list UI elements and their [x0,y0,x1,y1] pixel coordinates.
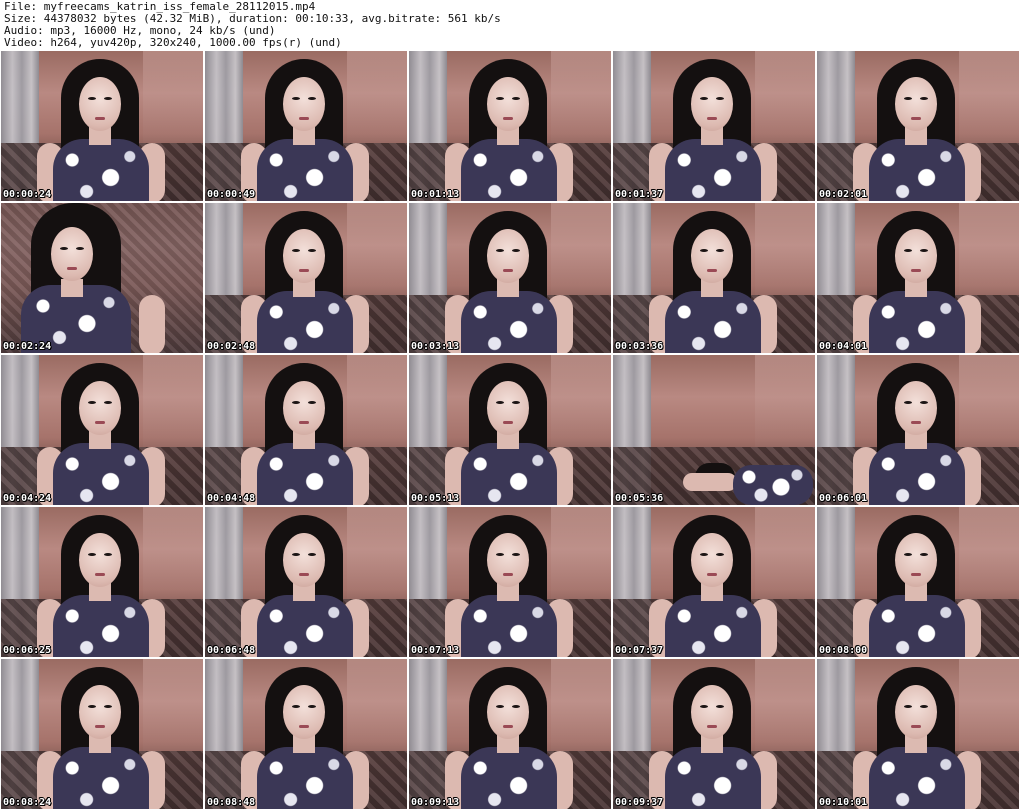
thumbnail-frame: 00:00:24 [1,51,203,201]
thumbnail-frame: 00:01:37 [613,51,815,201]
frame-timestamp: 00:04:01 [819,341,868,352]
person-image [283,77,325,131]
thumbnail-frame: 00:04:24 [1,355,203,505]
thumbnail-frame: 00:02:48 [205,203,407,353]
person-image [895,77,937,131]
thumbnail-frame: 00:08:48 [205,659,407,809]
thumbnail-frame: 00:07:13 [409,507,611,657]
frame-timestamp: 00:03:13 [411,341,460,352]
person-image [487,77,529,131]
person-image [283,533,325,587]
person-image [79,381,121,435]
person-image [79,77,121,131]
person-image [283,381,325,435]
thumbnail-frame: 00:09:37 [613,659,815,809]
frame-timestamp: 00:02:01 [819,189,868,200]
person-image [487,381,529,435]
person-image [895,685,937,739]
frame-timestamp: 00:06:01 [819,493,868,504]
person-image [487,533,529,587]
thumbnail-frame: 00:00:49 [205,51,407,201]
thumbnail-frame: 00:08:24 [1,659,203,809]
frame-timestamp: 00:08:00 [819,645,868,656]
frame-timestamp: 00:07:37 [615,645,664,656]
person-image [895,229,937,283]
thumbnail-frame: 00:07:37 [613,507,815,657]
frame-timestamp: 00:08:48 [207,797,256,808]
person-image [51,227,93,281]
frame-timestamp: 00:03:36 [615,341,664,352]
thumbnail-frame: 00:02:01 [817,51,1019,201]
frame-timestamp: 00:02:48 [207,341,256,352]
frame-timestamp: 00:09:37 [615,797,664,808]
frame-timestamp: 00:07:13 [411,645,460,656]
frame-timestamp: 00:00:49 [207,189,256,200]
frame-timestamp: 00:05:36 [615,493,664,504]
video-info-line: Video: h264, yuv420p, 320x240, 1000.00 f… [4,36,342,49]
thumbnail-frame: 00:02:24 [1,203,203,353]
frame-timestamp: 00:04:24 [3,493,52,504]
thumbnail-frame: 00:06:48 [205,507,407,657]
thumbnail-grid: 00:00:24 00:00:49 00:01:13 00:01:37 00:0… [1,51,1021,811]
frame-timestamp: 00:04:48 [207,493,256,504]
person-image [79,685,121,739]
thumbnail-frame: 00:08:00 [817,507,1019,657]
frame-timestamp: 00:05:13 [411,493,460,504]
frame-timestamp: 00:08:24 [3,797,52,808]
person-image [283,229,325,283]
person-image [895,533,937,587]
thumbnail-frame: 00:03:36 [613,203,815,353]
thumbnail-frame: 00:05:36 [613,355,815,505]
frame-timestamp: 00:10:01 [819,797,868,808]
thumbnail-frame: 00:05:13 [409,355,611,505]
frame-timestamp: 00:09:13 [411,797,460,808]
frame-timestamp: 00:06:48 [207,645,256,656]
person-image [487,229,529,283]
frame-timestamp: 00:02:24 [3,341,52,352]
person-image [691,229,733,283]
thumbnail-frame: 00:06:01 [817,355,1019,505]
person-image [283,685,325,739]
person-image [895,381,937,435]
frame-timestamp: 00:06:25 [3,645,52,656]
frame-timestamp: 00:00:24 [3,189,52,200]
thumbnail-frame: 00:01:13 [409,51,611,201]
person-image [691,533,733,587]
thumbnail-frame: 00:04:48 [205,355,407,505]
person-image [79,533,121,587]
thumbnail-frame: 00:10:01 [817,659,1019,809]
frame-timestamp: 00:01:13 [411,189,460,200]
thumbnail-frame: 00:06:25 [1,507,203,657]
person-image [691,77,733,131]
file-info-header: File: myfreecams_katrin_iss_female_28112… [4,1,1020,49]
thumbnail-frame: 00:09:13 [409,659,611,809]
person-image [683,473,737,491]
thumbnail-frame: 00:03:13 [409,203,611,353]
person-image [691,685,733,739]
thumbnail-frame: 00:04:01 [817,203,1019,353]
frame-timestamp: 00:01:37 [615,189,664,200]
person-image [487,685,529,739]
